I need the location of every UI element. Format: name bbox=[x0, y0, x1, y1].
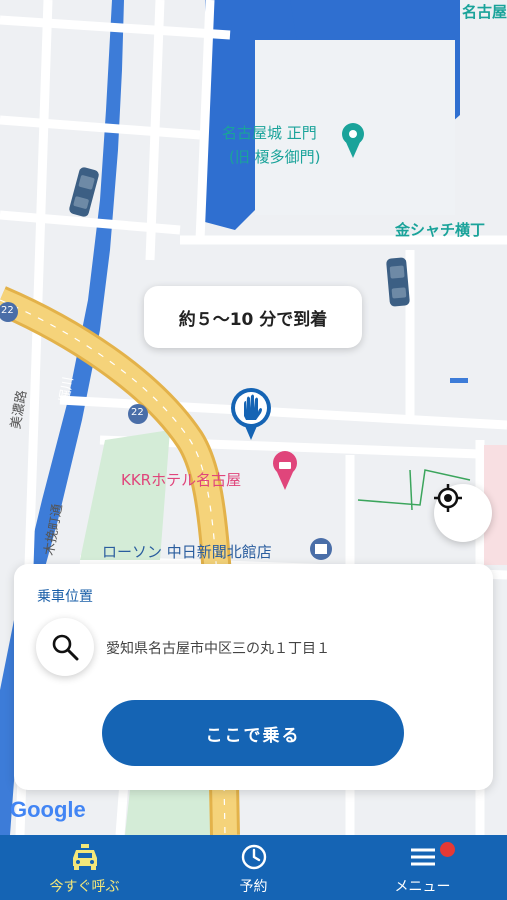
map-label-kinshachi: 金シャチ横丁 bbox=[395, 221, 486, 239]
notification-badge bbox=[440, 842, 455, 857]
search-button[interactable] bbox=[36, 618, 94, 676]
route-shield-22-left: 22 bbox=[1, 305, 14, 316]
bottom-tab-bar: 今すぐ呼ぶ 予約 メニュー bbox=[0, 835, 507, 900]
taxi-icon bbox=[72, 844, 97, 870]
clock-icon bbox=[241, 844, 266, 870]
panel-title: 乗車位置 bbox=[37, 589, 93, 605]
eta-bubble: 約５〜10 分で到着 bbox=[144, 286, 362, 348]
map-label-kkr-hotel: KKRホテル名古屋 bbox=[121, 471, 242, 489]
crosshair-icon bbox=[434, 484, 462, 512]
map-label-castle-gate: 名古屋城 正門 bbox=[222, 124, 317, 142]
route-shield-22-center: 22 bbox=[131, 407, 144, 418]
google-logo: Google bbox=[10, 797, 86, 822]
tab-menu[interactable]: メニュー bbox=[338, 835, 507, 900]
map-label-nagoya: 名古屋 bbox=[462, 3, 507, 21]
menu-icon bbox=[410, 848, 435, 866]
tab-menu-label: メニュー bbox=[394, 879, 451, 895]
tab-reservation[interactable]: 予約 bbox=[169, 835, 338, 900]
tab-reservation-label: 予約 bbox=[239, 879, 268, 895]
ride-here-button[interactable]: ここで乗る bbox=[102, 700, 404, 766]
search-icon bbox=[52, 634, 79, 661]
tab-call-now-label: 今すぐ呼ぶ bbox=[49, 879, 120, 895]
pickup-address[interactable]: 愛知県名古屋市中区三の丸１丁目１ bbox=[106, 638, 330, 658]
map-label-lawson: ローソン 中日新聞北館店 bbox=[102, 543, 272, 561]
tab-call-now[interactable]: 今すぐ呼ぶ bbox=[0, 835, 169, 900]
map-label-castle-gate-sub: (旧 榎多御門) bbox=[229, 148, 321, 166]
current-location-button[interactable] bbox=[434, 484, 492, 542]
pickup-panel: 乗車位置 愛知県名古屋市中区三の丸１丁目１ ここで乗る bbox=[14, 564, 493, 790]
pickup-pin-icon bbox=[228, 386, 274, 442]
